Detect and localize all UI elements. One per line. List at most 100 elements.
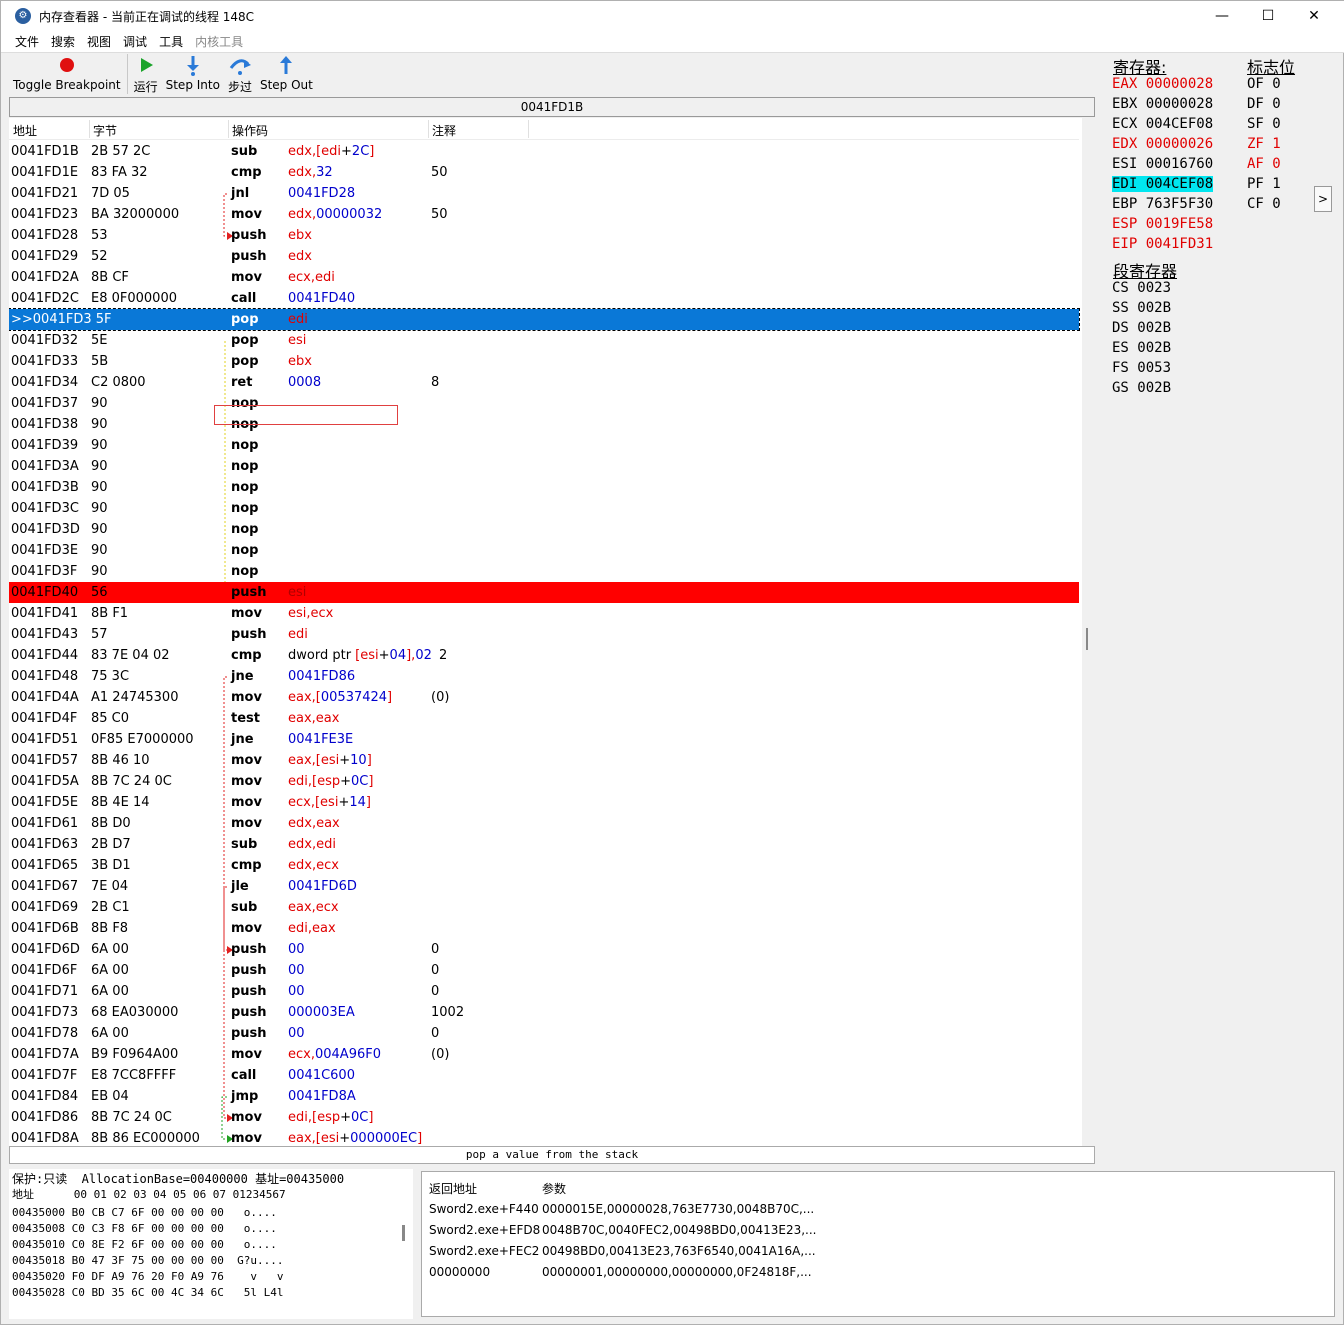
hex-line[interactable]: 00435018 B0 47 3F 75 00 00 00 00 G?u.... — [12, 1253, 284, 1269]
instruction-row[interactable]: 0041FD2C E8 0F000000 call 0041FD40 — [9, 288, 1079, 309]
instruction-row[interactable]: 0041FD2A 8B CF mov ecx,edi — [9, 267, 1079, 288]
register-ebx[interactable]: EBX 00000028 — [1112, 94, 1213, 114]
hex-scroll-thumb[interactable] — [402, 1225, 405, 1241]
column-address[interactable]: 地址 — [13, 122, 37, 139]
column-divider[interactable] — [89, 120, 90, 138]
column-parameters[interactable]: 参数 — [542, 1180, 566, 1197]
stack-return-address[interactable]: Sword2.exe+EFD8 — [429, 1223, 540, 1237]
instruction-row[interactable]: 0041FD3C 90 nop — [9, 498, 1079, 519]
instruction-row[interactable]: 0041FD4A A1 24745300 mov eax,[00537424] (0) — [9, 687, 1079, 708]
instruction-row[interactable]: 0041FD33 5B pop ebx — [9, 351, 1079, 372]
hex-line[interactable]: 00435028 C0 BD 35 6C 00 4C 34 6C 5l L4l — [12, 1285, 284, 1301]
column-bytes[interactable]: 字节 — [93, 122, 117, 139]
flag-sf[interactable]: SF 0 — [1247, 114, 1281, 134]
register-eax[interactable]: EAX 00000028 — [1112, 74, 1213, 94]
segment-fs[interactable]: FS 0053 — [1112, 358, 1171, 378]
instruction-row[interactable]: 0041FD69 2B C1 sub eax,ecx — [9, 897, 1079, 918]
step-over-button[interactable]: 步过 — [224, 54, 256, 96]
instruction-row[interactable]: 0041FD6D 6A 00 push 00 0 — [9, 939, 1079, 960]
instruction-row[interactable]: 0041FD3D 90 nop — [9, 519, 1079, 540]
column-divider[interactable] — [428, 120, 429, 138]
expand-registers-button[interactable]: > — [1314, 186, 1332, 212]
instruction-row[interactable]: 0041FD23 BA 32000000 mov edx,00000032 50 — [9, 204, 1079, 225]
toggle-breakpoint-button[interactable]: Toggle Breakpoint — [9, 54, 125, 96]
register-edx[interactable]: EDX 00000026 — [1112, 134, 1213, 154]
instruction-row[interactable]: 0041FD7F E8 7CC8FFFF call 0041C600 — [9, 1065, 1079, 1086]
hex-line[interactable]: 00435020 F0 DF A9 76 20 F0 A9 76 v v — [12, 1269, 284, 1285]
instruction-row[interactable]: 0041FD39 90 nop — [9, 435, 1079, 456]
stack-return-address[interactable]: Sword2.exe+FEC2 — [429, 1244, 539, 1258]
instruction-row[interactable]: 0041FD5E 8B 4E 14 mov ecx,[esi+14] — [9, 792, 1079, 813]
instruction-row[interactable]: 0041FD78 6A 00 push 00 0 — [9, 1023, 1079, 1044]
instruction-row[interactable]: 0041FD7A B9 F0964A00 mov ecx,004A96F0 (0) — [9, 1044, 1079, 1065]
instruction-row[interactable]: 0041FD8A 8B 86 EC000000 mov eax,[esi+000000… — [9, 1128, 1079, 1146]
segment-es[interactable]: ES 002B — [1112, 338, 1171, 358]
instruction-row[interactable]: 0041FD57 8B 46 10 mov eax,[esi+10] — [9, 750, 1079, 771]
instruction-row[interactable]: 0041FD67 7E 04 jle 0041FD6D — [9, 876, 1079, 897]
instruction-row[interactable]: 0041FD38 90 nop — [9, 414, 1079, 435]
instruction-row[interactable]: 0041FD3E 90 nop — [9, 540, 1079, 561]
stack-return-address[interactable]: 00000000 — [429, 1265, 490, 1279]
instruction-row[interactable]: 0041FD1E 83 FA 32 cmp edx,32 50 — [9, 162, 1079, 183]
register-ebp[interactable]: EBP 763F5F30 — [1112, 194, 1213, 214]
menu-search[interactable]: 搜索 — [51, 33, 75, 50]
column-comment[interactable]: 注释 — [432, 122, 456, 139]
instruction-row[interactable]: 0041FD32 5E pop esi — [9, 330, 1079, 351]
instruction-row[interactable]: 0041FD84 EB 04 jmp 0041FD8A — [9, 1086, 1079, 1107]
segment-ds[interactable]: DS 002B — [1112, 318, 1171, 338]
instruction-row[interactable]: 0041FD34 C2 0800 ret 0008 8 — [9, 372, 1079, 393]
instruction-row[interactable]: 0041FD71 6A 00 push 00 0 — [9, 981, 1079, 1002]
hex-line[interactable]: 00435008 C0 C3 F8 6F 00 00 00 00 o.... — [12, 1221, 277, 1237]
register-eip[interactable]: EIP 0041FD31 — [1112, 234, 1213, 254]
flag-of[interactable]: OF 0 — [1247, 74, 1281, 94]
instruction-row[interactable]: 0041FD44 83 7E 04 02 cmp dword ptr [esi+04]… — [9, 645, 1079, 666]
flag-df[interactable]: DF 0 — [1247, 94, 1281, 114]
instruction-row[interactable]: 0041FD29 52 push edx — [9, 246, 1079, 267]
flag-zf[interactable]: ZF 1 — [1247, 134, 1281, 154]
column-opcode[interactable]: 操作码 — [232, 122, 268, 139]
register-edi[interactable]: EDI 004CEF08 — [1112, 174, 1214, 194]
instruction-row[interactable]: 0041FD6B 8B F8 mov edi,eax — [9, 918, 1079, 939]
instruction-row[interactable]: >>0041FD3 5F pop edi — [9, 308, 1080, 331]
menu-debug[interactable]: 调试 — [123, 33, 147, 50]
instruction-row[interactable]: 0041FD1B 2B 57 2C sub edx,[edi+2C] — [9, 141, 1079, 162]
column-divider[interactable] — [228, 120, 229, 138]
flag-pf[interactable]: PF 1 — [1247, 174, 1281, 194]
menu-view[interactable]: 视图 — [87, 33, 111, 50]
instruction-row[interactable]: 0041FD4F 85 C0 test eax,eax — [9, 708, 1079, 729]
call-stack-view[interactable]: 返回地址 参数 Sword2.exe+F440 0000015E,00000028… — [421, 1171, 1335, 1317]
instruction-row[interactable]: 0041FD3F 90 nop — [9, 561, 1079, 582]
step-into-button[interactable]: Step Into — [162, 54, 224, 96]
instruction-row[interactable]: 0041FD40 56 push esi — [9, 582, 1079, 603]
hex-view[interactable]: 保护:只读 AllocationBase=00400000 基址=0043500… — [9, 1169, 413, 1319]
instruction-row[interactable]: 0041FD86 8B 7C 24 0C mov edi,[esp+0C] — [9, 1107, 1079, 1128]
instruction-row[interactable]: 0041FD41 8B F1 mov esi,ecx — [9, 603, 1079, 624]
instruction-row[interactable]: 0041FD73 68 EA030000 push 000003EA 1002 — [9, 1002, 1079, 1023]
menu-file[interactable]: 文件 — [15, 33, 39, 50]
instruction-row[interactable]: 0041FD61 8B D0 mov edx,eax — [9, 813, 1079, 834]
stack-return-address[interactable]: Sword2.exe+F440 — [429, 1202, 539, 1216]
instruction-row[interactable]: 0041FD28 53 push ebx — [9, 225, 1079, 246]
flag-af[interactable]: AF 0 — [1247, 154, 1281, 174]
menu-tools[interactable]: 工具 — [159, 33, 183, 50]
column-divider[interactable] — [528, 120, 529, 138]
instruction-row[interactable]: 0041FD5A 8B 7C 24 0C mov edi,[esp+0C] — [9, 771, 1079, 792]
instruction-row[interactable]: 0041FD63 2B D7 sub edx,edi — [9, 834, 1079, 855]
instruction-row[interactable]: 0041FD21 7D 05 jnl 0041FD28 — [9, 183, 1079, 204]
instruction-row[interactable]: 0041FD51 0F85 E7000000 jne 0041FE3E — [9, 729, 1079, 750]
minimize-button[interactable]: — — [1199, 1, 1245, 31]
current-address-bar[interactable]: 0041FD1B — [9, 97, 1095, 117]
maximize-button[interactable]: ☐ — [1245, 1, 1291, 31]
hex-line[interactable]: 00435010 C0 8E F2 6F 00 00 00 00 o.... — [12, 1237, 277, 1253]
instruction-row[interactable]: 0041FD3B 90 nop — [9, 477, 1079, 498]
instruction-row[interactable]: 0041FD65 3B D1 cmp edx,ecx — [9, 855, 1079, 876]
menu-kernel-tools[interactable]: 内核工具 — [195, 33, 243, 50]
instruction-row[interactable]: 0041FD6F 6A 00 push 00 0 — [9, 960, 1079, 981]
segment-cs[interactable]: CS 0023 — [1112, 278, 1171, 298]
disassembly-scrollbar[interactable] — [1082, 118, 1095, 1146]
instruction-row[interactable]: 0041FD43 57 push edi — [9, 624, 1079, 645]
run-button[interactable]: 运行 — [130, 54, 162, 96]
segment-gs[interactable]: GS 002B — [1112, 378, 1171, 398]
scroll-thumb[interactable] — [1086, 628, 1088, 650]
flag-cf[interactable]: CF 0 — [1247, 194, 1281, 214]
